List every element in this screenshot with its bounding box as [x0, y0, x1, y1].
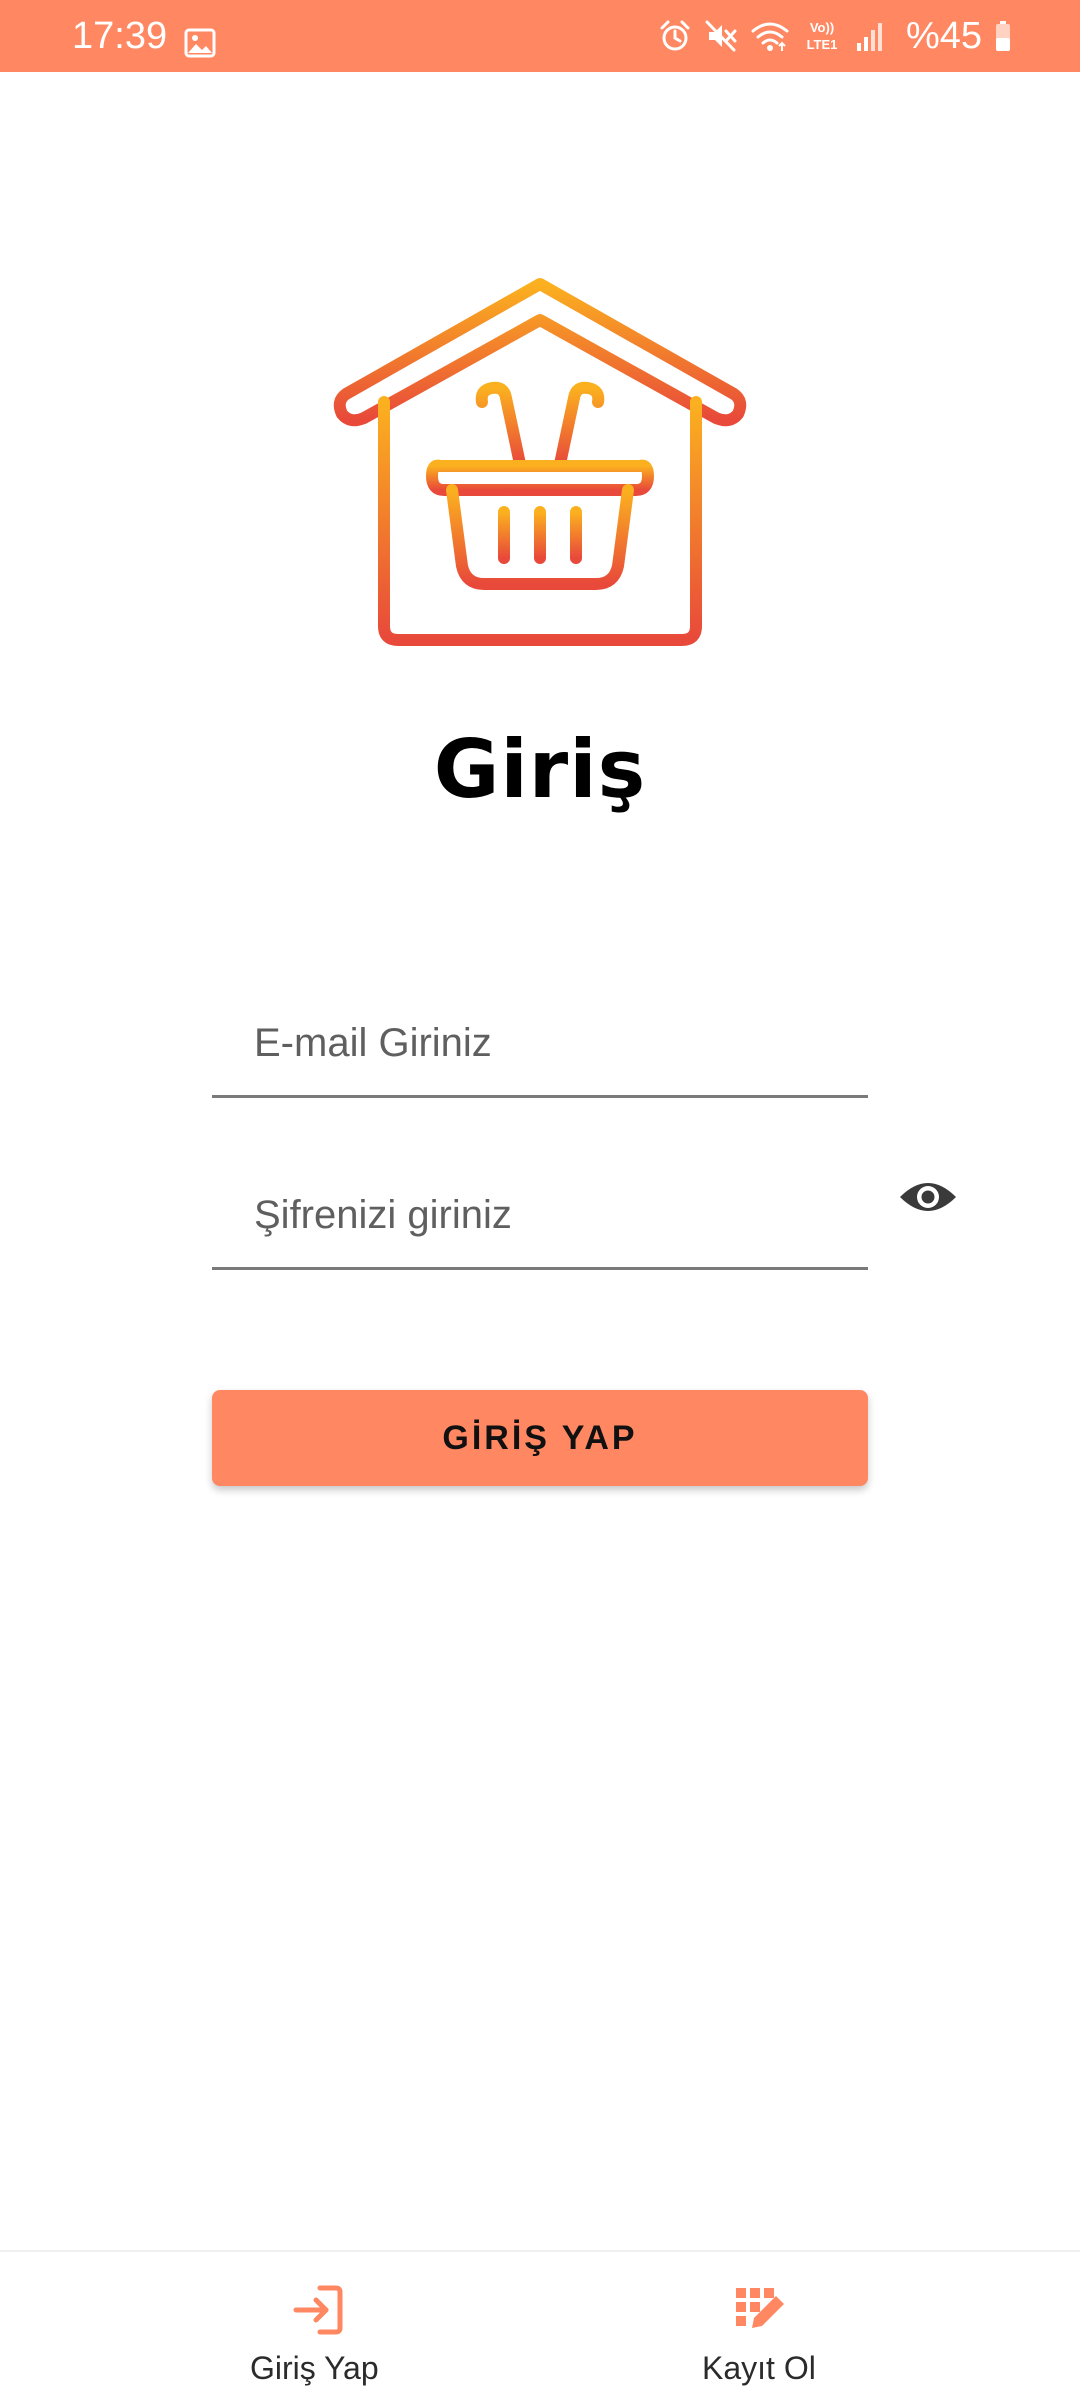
- password-field-container: [212, 1150, 868, 1270]
- signal-icon: [856, 23, 882, 51]
- svg-text:LTE1: LTE1: [807, 37, 838, 52]
- lte-icon: Vo)) LTE1: [807, 20, 838, 52]
- gallery-icon: [184, 28, 216, 58]
- status-time: 17:39: [72, 15, 168, 57]
- bottom-navigation: Giriş Yap Kayıt Ol: [0, 2250, 1080, 2402]
- page-title: Giriş: [433, 723, 647, 816]
- house-basket-logo: [333, 278, 747, 646]
- battery-icon: [996, 21, 1010, 51]
- email-input[interactable]: [254, 1019, 834, 1067]
- login-button[interactable]: GİRİŞ YAP: [212, 1390, 868, 1486]
- svg-text:Vo)): Vo)): [810, 20, 834, 35]
- status-icons: Vo)) LTE1 %45: [658, 16, 1012, 56]
- login-icon: [293, 2285, 343, 2335]
- battery-percentage: %45: [905, 15, 982, 57]
- mute-icon: [705, 20, 737, 52]
- password-input[interactable]: [254, 1191, 834, 1239]
- register-icon: [736, 2288, 784, 2328]
- status-bar: 17:39 Vo)) LTE1 %45: [0, 0, 1080, 72]
- alarm-icon: [660, 20, 690, 51]
- password-visibility-toggle[interactable]: [892, 1172, 964, 1222]
- wifi-icon: [751, 22, 789, 51]
- nav-item-register[interactable]: Kayıt Ol: [540, 2252, 1080, 2402]
- nav-label-login: Giriş Yap: [250, 2350, 379, 2386]
- email-field-container: [212, 978, 868, 1098]
- eye-icon: [900, 1183, 956, 1211]
- nav-label-register: Kayıt Ol: [702, 2350, 816, 2386]
- nav-item-login[interactable]: Giriş Yap: [0, 2252, 540, 2402]
